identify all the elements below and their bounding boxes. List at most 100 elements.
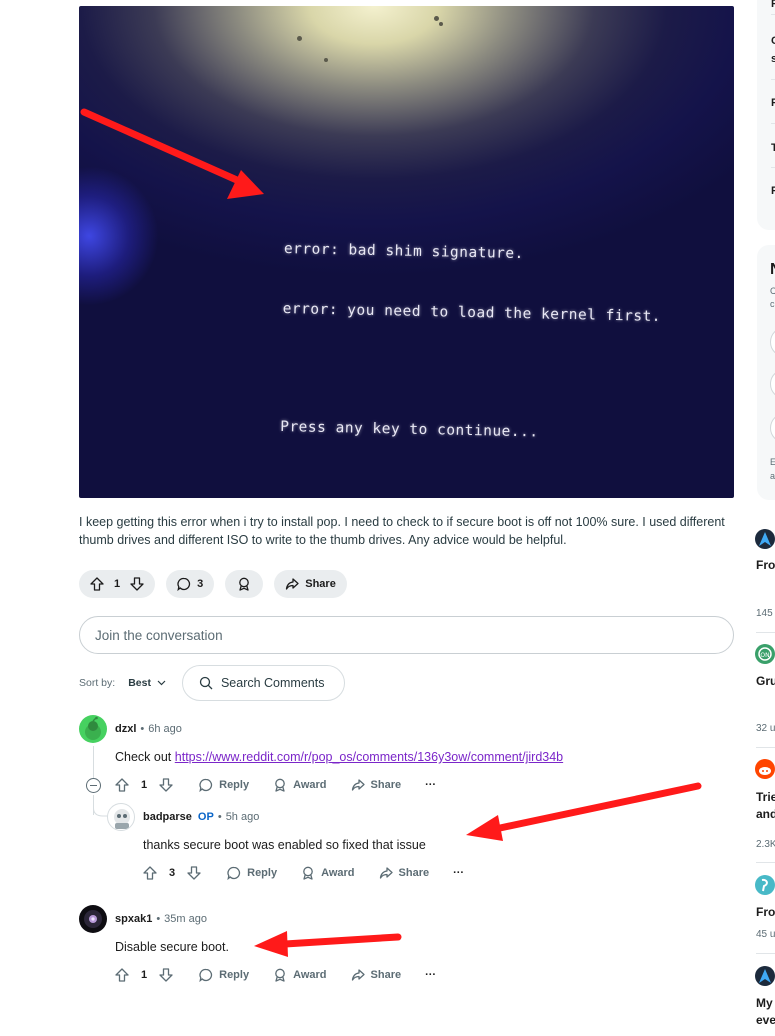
- pop-os-icon[interactable]: [755, 875, 775, 895]
- comments-button[interactable]: 3: [166, 570, 215, 598]
- sort-value: Best: [128, 677, 151, 689]
- award-icon: [239, 577, 250, 591]
- arch-linux-icon[interactable]: [755, 966, 775, 986]
- chevron-down-icon: [157, 680, 166, 686]
- sidebar-rule-item[interactable]: P: [771, 185, 775, 197]
- reply-button[interactable]: Reply: [199, 778, 249, 792]
- award-button[interactable]: [225, 570, 264, 598]
- share-label: Share: [305, 578, 336, 590]
- award-icon: [275, 968, 285, 982]
- avatar-spxak1[interactable]: [79, 905, 107, 933]
- sort-label: Sort by:: [79, 677, 116, 689]
- comment-icon: [199, 968, 213, 982]
- share-button[interactable]: Share: [274, 570, 347, 598]
- avatar-badparse[interactable]: [107, 803, 135, 831]
- comment-vote-count: 1: [141, 779, 148, 791]
- share-button[interactable]: Share: [351, 778, 401, 792]
- sidebar-rule-item[interactable]: C: [771, 35, 775, 47]
- related-post-title[interactable]: Gru: [756, 673, 775, 690]
- thread-line: [93, 746, 94, 782]
- comment-action-bar: 3 Reply Award Share ···: [143, 864, 464, 882]
- arch-linux-icon[interactable]: [755, 529, 775, 549]
- comment-header: dzxl • 6h ago: [115, 723, 182, 735]
- award-button[interactable]: Award: [301, 866, 355, 880]
- downvote-icon[interactable]: [159, 968, 173, 982]
- upvote-icon[interactable]: [115, 968, 129, 982]
- upvote-icon[interactable]: [115, 778, 129, 792]
- comment-link[interactable]: https://www.reddit.com/r/pop_os/comments…: [175, 750, 563, 764]
- reddit-icon[interactable]: [755, 759, 775, 779]
- collapse-thread-button[interactable]: [86, 778, 101, 793]
- card-heading: N: [770, 261, 775, 279]
- option-button[interactable]: [770, 327, 775, 357]
- comment-time: 6h ago: [148, 723, 182, 735]
- red-arrow-icon: [80, 108, 264, 199]
- join-conversation-input[interactable]: Join the conversation: [79, 616, 734, 654]
- downvote-icon[interactable]: [130, 577, 144, 591]
- comment-author[interactable]: dzxl: [115, 723, 136, 735]
- svg-text:ON: ON: [760, 652, 769, 659]
- comment-icon: [177, 577, 191, 591]
- sort-search-row: Sort by: Best Search Comments: [79, 665, 345, 701]
- comment-time: 35m ago: [164, 913, 207, 925]
- comment-author[interactable]: spxak1: [115, 913, 152, 925]
- vote-count: 1: [114, 578, 121, 590]
- search-comments-label: Search Comments: [220, 676, 325, 690]
- award-button[interactable]: Award: [273, 778, 327, 792]
- comment-icon: [227, 866, 241, 880]
- share-button[interactable]: Share: [379, 866, 429, 880]
- reply-button[interactable]: Reply: [227, 866, 277, 880]
- comment-time: 5h ago: [225, 811, 260, 823]
- upvote-icon[interactable]: [143, 866, 157, 880]
- more-options-button[interactable]: ···: [425, 779, 436, 791]
- sidebar-notifications-card: N C c E a: [757, 245, 775, 500]
- search-comments-button[interactable]: Search Comments: [181, 665, 345, 701]
- comment-header: spxak1 • 35m ago: [115, 913, 207, 925]
- related-post-meta: 145: [756, 608, 773, 619]
- related-post-meta: 2.3K: [756, 839, 775, 850]
- comment-vote-count: 3: [169, 867, 176, 879]
- comment-text: Disable secure boot.: [115, 940, 229, 954]
- reply-button[interactable]: Reply: [199, 968, 249, 982]
- more-options-button[interactable]: ···: [425, 969, 436, 981]
- share-icon: [351, 779, 365, 791]
- comment-count: 3: [197, 578, 204, 590]
- community-icon[interactable]: ON: [755, 644, 775, 664]
- option-button[interactable]: [770, 369, 775, 399]
- comment-action-bar: 1 Reply Award Share ···: [115, 776, 436, 794]
- option-button[interactable]: [770, 413, 775, 443]
- related-post-meta: 32 u: [756, 723, 775, 734]
- sidebar-rule-item[interactable]: T: [771, 142, 775, 154]
- related-post-title[interactable]: Fro: [756, 904, 775, 921]
- related-post-title[interactable]: and: [756, 806, 775, 823]
- related-post-meta: 45 u: [756, 929, 775, 940]
- post-action-bar: 1 3 Share: [79, 570, 347, 598]
- search-icon: [199, 676, 213, 690]
- join-placeholder: Join the conversation: [95, 627, 223, 643]
- award-icon: [303, 866, 313, 880]
- sidebar-rule-item[interactable]: P: [771, 97, 775, 109]
- comment-text: thanks secure boot was enabled so fixed …: [143, 838, 426, 852]
- share-button[interactable]: Share: [351, 968, 401, 982]
- downvote-icon[interactable]: [159, 778, 173, 792]
- related-post-title[interactable]: Trie: [756, 789, 775, 806]
- related-post-title[interactable]: My: [756, 995, 773, 1012]
- post-image[interactable]: error: bad shim signature. error: you ne…: [79, 6, 734, 498]
- avatar-dzxl[interactable]: [79, 715, 107, 743]
- upvote-icon[interactable]: [90, 577, 104, 591]
- share-icon: [379, 867, 393, 879]
- comment-vote-count: 1: [141, 969, 148, 981]
- award-button[interactable]: Award: [273, 968, 327, 982]
- post-body-text: I keep getting this error when i try to …: [79, 515, 725, 547]
- comment-header: badparse OP • 5h ago: [143, 811, 260, 823]
- sort-dropdown[interactable]: Best: [128, 677, 166, 689]
- comment-text: Check out https://www.reddit.com/r/pop_o…: [115, 750, 564, 764]
- sidebar-rule-item[interactable]: F: [771, 0, 775, 10]
- sidebar-rule-item[interactable]: s: [771, 53, 775, 65]
- comment-icon: [199, 778, 213, 792]
- more-options-button[interactable]: ···: [453, 867, 464, 879]
- related-post-title[interactable]: eve: [756, 1012, 775, 1029]
- related-post-title[interactable]: Fro: [756, 557, 775, 574]
- downvote-icon[interactable]: [187, 866, 201, 880]
- comment-author[interactable]: badparse: [143, 811, 192, 823]
